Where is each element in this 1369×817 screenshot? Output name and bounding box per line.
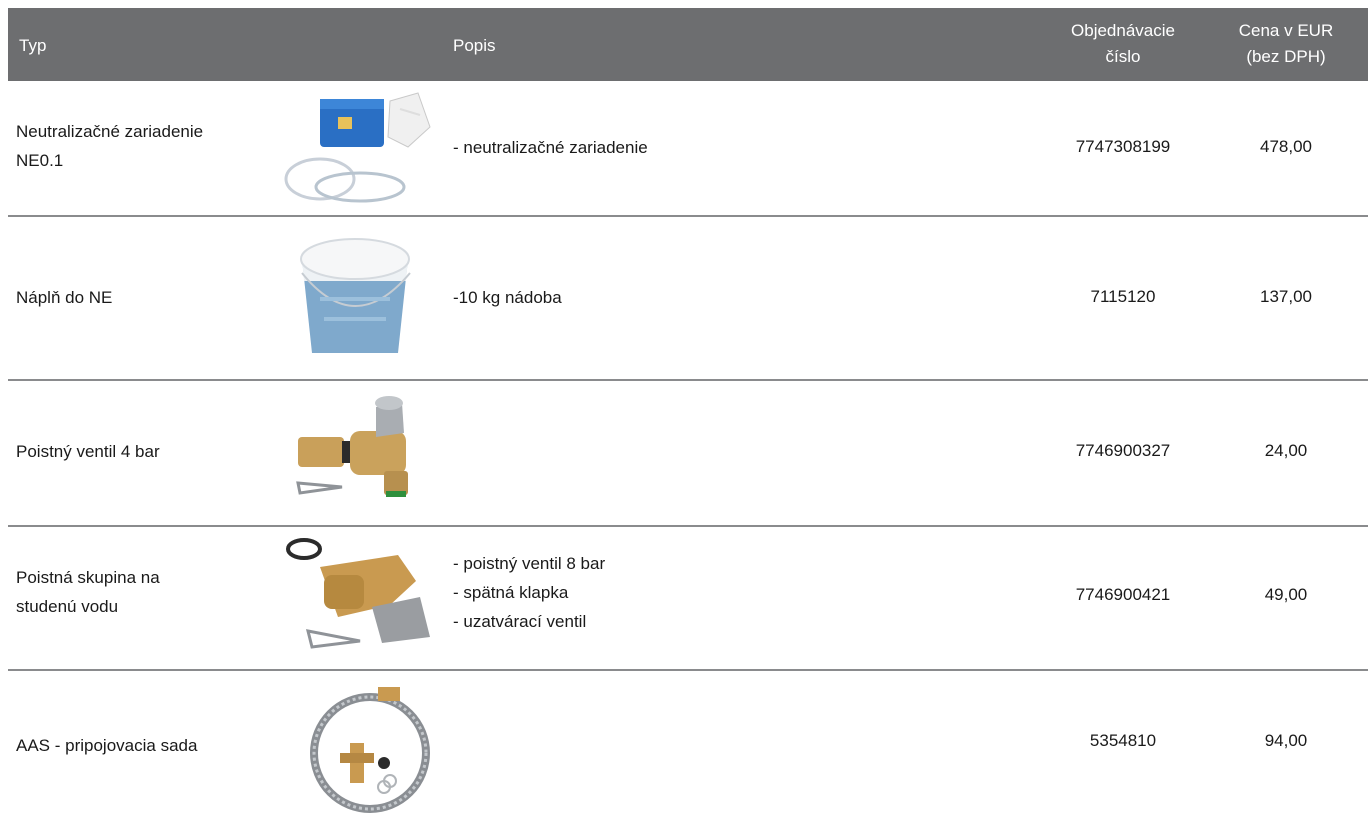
header-order-number: Objednávacie číslo (1053, 18, 1193, 70)
row-typ-line1: Neutralizačné zariadenie (16, 122, 204, 141)
row-typ: Poistný ventil 4 bar (16, 437, 160, 466)
header-order-number-line1: Objednávacie (1071, 21, 1175, 40)
row-desc: - poistný ventil 8 bar - spätná klapka -… (453, 549, 605, 636)
row-price: 94,00 (1264, 731, 1308, 750)
row-price: 137,00 (1260, 287, 1312, 306)
header-popis: Popis (453, 36, 496, 55)
row-order-number: 7747308199 (1075, 137, 1171, 156)
row-typ-line1: Poistný ventil 4 bar (16, 442, 160, 461)
row-order-number: 7746900327 (1075, 441, 1171, 460)
header-price: Cena v EUR (bez DPH) (1213, 18, 1359, 70)
safety-valve-icon (280, 387, 440, 515)
neutralization-unit-icon (280, 87, 440, 209)
row-desc-line: - neutralizačné zariadenie (453, 138, 648, 157)
row-desc: -10 kg nádoba (453, 283, 562, 312)
row-typ: Neutralizačné zariadenie NE0.1 (16, 117, 203, 175)
row-order-number: 7115120 (1090, 287, 1156, 306)
table-row: Poistný ventil 4 bar 7746900327 24,00 (8, 381, 1368, 527)
product-table: Typ Popis Objednávacie číslo Cena v EUR … (8, 8, 1368, 817)
row-typ-line2: studenú vodu (16, 597, 119, 616)
header-typ: Typ (19, 36, 47, 55)
row-typ: Poistná skupina na studenú vodu (16, 563, 160, 621)
header-price-line1: Cena v EUR (1238, 21, 1334, 40)
row-desc: - neutralizačné zariadenie (453, 133, 648, 162)
header-price-line2: (bez DPH) (1246, 47, 1326, 66)
row-typ-line1: Náplň do NE (16, 288, 113, 307)
row-desc-line: -10 kg nádoba (453, 288, 562, 307)
header-order-number-line2: číslo (1105, 47, 1141, 66)
table-row: Poistná skupina na studenú vodu - poistn… (8, 527, 1368, 671)
table-row: Neutralizačné zariadenie NE0.1 - neutral… (8, 81, 1368, 217)
row-typ: Náplň do NE (16, 283, 112, 312)
row-typ-line2: NE0.1 (16, 151, 64, 170)
bucket-icon (280, 229, 440, 367)
row-order-number: 5354810 (1089, 731, 1157, 750)
row-typ-line1: Poistná skupina na (16, 568, 160, 587)
table-row: Náplň do NE -10 kg nádoba 7115120 137,00 (8, 217, 1368, 381)
row-price: 24,00 (1264, 441, 1308, 460)
row-desc-line: - poistný ventil 8 bar (453, 554, 606, 573)
row-price: 478,00 (1260, 137, 1312, 156)
row-desc-line: - spätná klapka (453, 583, 569, 602)
row-desc-line: - uzatvárací ventil (453, 612, 587, 631)
row-typ-line1: AAS - pripojovacia sada (16, 736, 198, 755)
table-row: AAS - pripojovacia sada 5354810 94,00 (8, 671, 1368, 817)
row-typ: AAS - pripojovacia sada (16, 731, 197, 760)
safety-group-icon (280, 535, 440, 661)
row-order-number: 7746900421 (1075, 585, 1171, 604)
connection-hose-icon (280, 681, 440, 813)
row-price: 49,00 (1264, 585, 1308, 604)
table-header: Typ Popis Objednávacie číslo Cena v EUR … (8, 8, 1368, 81)
